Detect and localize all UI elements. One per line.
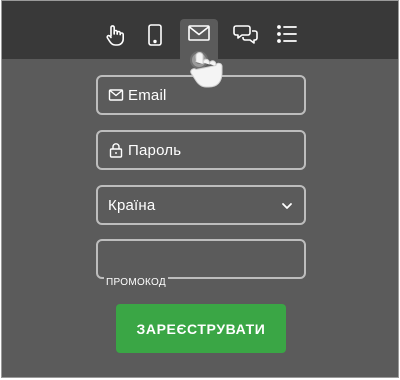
envelope-icon: [187, 23, 211, 43]
mobile-phone-icon: [146, 23, 164, 47]
country-value: Країна: [108, 196, 156, 214]
email-placeholder: Email: [128, 86, 167, 104]
tab-full-registration[interactable]: [268, 19, 306, 59]
chat-bubbles-icon: [233, 23, 259, 45]
tab-social[interactable]: [227, 19, 265, 59]
pointer-hand-icon: [182, 45, 230, 102]
chevron-down-icon: [280, 199, 294, 217]
password-field[interactable]: Пароль: [96, 130, 306, 170]
promo-code-field[interactable]: [96, 239, 306, 279]
lock-icon: [108, 142, 124, 158]
tap-hand-icon: [104, 23, 126, 47]
tab-one-click[interactable]: [96, 19, 134, 59]
list-icon: [275, 23, 299, 45]
promo-code-label: ПРОМОКОД: [104, 277, 168, 288]
password-placeholder: Пароль: [128, 141, 182, 159]
register-button[interactable]: ЗАРЕЄСТРУВАТИ: [116, 304, 286, 353]
registration-panel: Email Пароль Країна ПРОМОКОД ЗАРЕЄСТРУВА…: [1, 0, 399, 378]
country-select[interactable]: Країна: [96, 185, 306, 225]
envelope-icon: [108, 87, 124, 103]
tab-phone[interactable]: [136, 19, 174, 59]
